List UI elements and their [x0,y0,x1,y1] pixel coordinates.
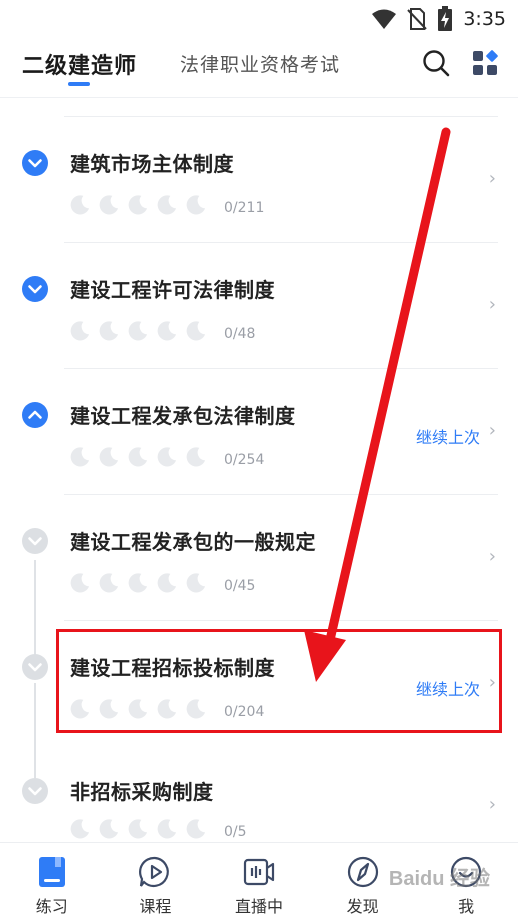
moon-icon [70,195,90,215]
section-title: 建设工程发承包的一般规定 [70,530,316,554]
chevron-right-icon[interactable]: › [489,420,496,441]
moon-icon [157,195,177,215]
moon-icon [70,321,90,341]
baidu-watermark: Baidu 经验 [388,868,490,890]
no-sim-icon [407,8,428,30]
divider [64,620,498,621]
nav-label: 直播中 [234,897,283,916]
chevron-right-icon[interactable]: › [489,546,496,567]
divider [64,494,498,495]
chapter-title: 建筑市场主体制度 [70,152,234,176]
chevron-down-icon[interactable] [22,150,48,176]
live-video-icon [243,858,275,886]
play-bubble-icon [139,856,170,887]
moon-icon [157,321,177,341]
section-progress: 0/45 [224,578,256,594]
nav-label: 我 [458,897,475,916]
moon-icon [128,573,148,593]
difficulty-moons [70,194,207,215]
chevron-right-icon[interactable]: › [489,168,496,189]
nav-label: 练习 [35,897,68,916]
nav-practice[interactable]: 练习 [0,843,104,922]
nav-live[interactable]: 直播中 [207,843,311,922]
nav-label: 课程 [139,897,172,916]
chevron-down-icon[interactable] [22,778,48,804]
chevron-down-icon[interactable] [22,528,48,554]
divider [64,368,498,369]
book-icon [38,857,65,887]
moon-icon [186,321,206,341]
chevron-down-icon[interactable] [22,654,48,680]
chapter-item[interactable]: 建筑市场主体制度 0/211 › [0,120,518,244]
moon-icon [157,447,177,467]
chevron-right-icon[interactable]: › [489,294,496,315]
moon-icon [99,573,119,593]
chapter-title: 建设工程许可法律制度 [70,278,275,302]
battery-charging-icon [438,6,453,31]
nav-label: 发现 [346,897,379,916]
tab-erji-jianzaoshi[interactable]: 二级建造师 [22,48,137,80]
chapter-item[interactable]: 建设工程发承包法律制度 0/254 继续上次 › [0,372,518,496]
moon-icon [99,447,119,467]
section-item[interactable]: 建设工程发承包的一般规定 0/45 › [0,498,518,622]
active-tab-indicator [68,82,90,86]
chapter-progress: 0/254 [224,452,265,468]
moon-icon [70,447,90,467]
section-title: 非招标采购制度 [70,780,214,804]
tab-falv-zhiye[interactable]: 法律职业资格考试 [180,50,340,77]
divider [64,242,498,243]
moon-icon [186,447,206,467]
divider [64,116,498,117]
difficulty-moons [70,446,207,467]
chevron-down-icon[interactable] [22,276,48,302]
moon-icon [128,819,148,839]
status-bar: 3:35 [0,0,518,38]
difficulty-moons [70,818,207,839]
annotation-highlight-box [56,629,502,733]
section-item[interactable]: 非招标采购制度 0/5 › [0,750,518,842]
moon-icon [186,195,206,215]
chapter-progress: 0/48 [224,326,256,342]
status-time: 3:35 [463,8,506,30]
nav-courses[interactable]: 课程 [104,843,208,922]
moon-icon [70,819,90,839]
moon-icon [186,819,206,839]
apps-grid-icon[interactable] [470,48,500,78]
wifi-icon [372,9,397,29]
moon-icon [99,819,119,839]
moon-icon [70,573,90,593]
chevron-up-icon[interactable] [22,402,48,428]
compass-icon [347,856,378,888]
moon-icon [128,321,148,341]
moon-icon [99,195,119,215]
difficulty-moons [70,320,207,341]
moon-icon [99,321,119,341]
moon-icon [128,447,148,467]
header: 二级建造师 法律职业资格考试 [0,38,518,98]
chapter-item[interactable]: 建设工程许可法律制度 0/48 › [0,246,518,370]
chapter-progress: 0/211 [224,200,265,216]
chevron-right-icon[interactable]: › [489,794,496,815]
moon-icon [157,819,177,839]
moon-icon [128,195,148,215]
chapter-title: 建设工程发承包法律制度 [70,404,296,428]
section-progress: 0/5 [224,824,247,840]
difficulty-moons [70,572,207,593]
search-icon[interactable] [421,48,451,78]
moon-icon [186,573,206,593]
continue-last-link[interactable]: 继续上次 [416,424,480,448]
moon-icon [157,573,177,593]
